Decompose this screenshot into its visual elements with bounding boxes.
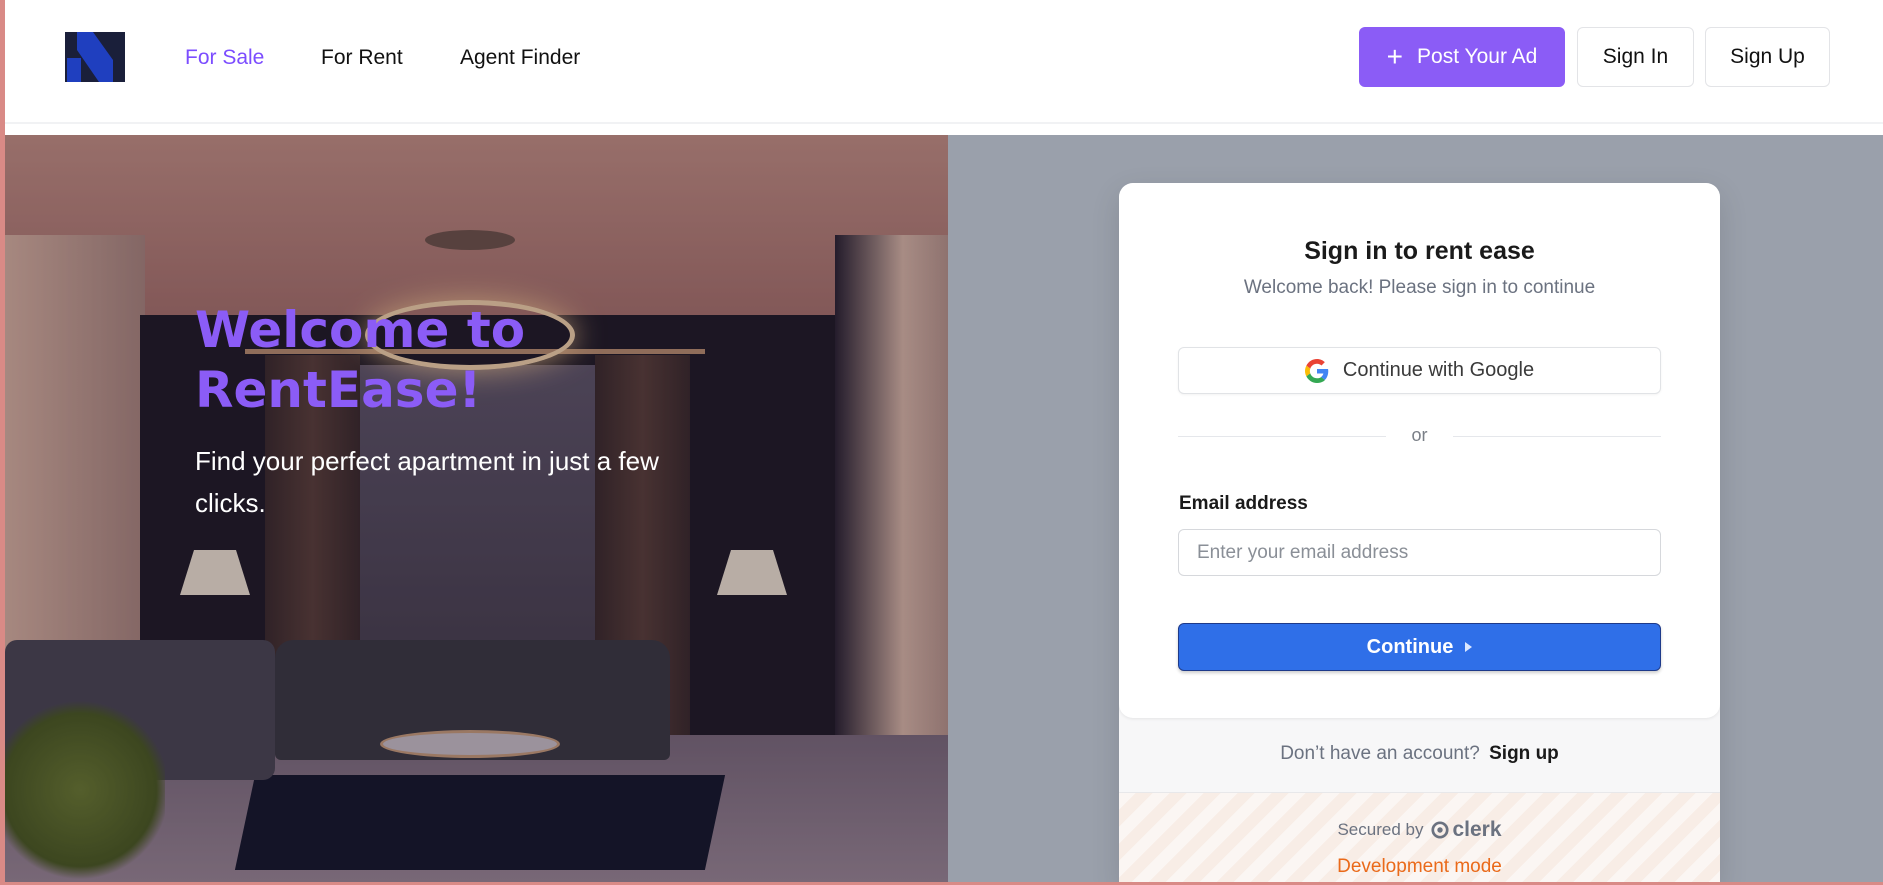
sign-up-button[interactable]: Sign Up [1705,27,1830,87]
or-text: or [1411,425,1428,445]
logo-icon[interactable] [65,32,125,82]
google-button-label: Continue with Google [1342,359,1535,381]
triangle-right-icon [1465,642,1473,652]
clerk-brand-text: clerk [1452,818,1502,841]
post-your-ad-label: Post Your Ad [1417,45,1538,68]
plus-icon: + [1386,41,1404,72]
signin-card: Sign in to rent ease Welcome back! Pleas… [1119,183,1720,885]
development-mode-text: Development mode [1337,856,1502,877]
nav-for-rent[interactable]: For Rent [321,46,403,70]
signin-card-body: Sign in to rent ease Welcome back! Pleas… [1119,183,1720,718]
sign-up-label: Sign Up [1730,45,1805,68]
continue-label: Continue [1366,635,1454,658]
nav-agent-finder[interactable]: Agent Finder [460,46,580,70]
email-label: Email address [1179,493,1308,514]
signin-title: Sign in to rent ease [1304,237,1535,265]
sign-in-button[interactable]: Sign In [1577,27,1694,87]
continue-with-google-button[interactable]: Continue with Google [1178,347,1661,394]
google-g-icon [1304,358,1329,383]
or-divider: or [1178,425,1661,449]
nav-for-sale[interactable]: For Sale [185,46,264,70]
window-frame-left [0,0,5,885]
post-your-ad-button[interactable]: + Post Your Ad [1359,27,1565,87]
sign-up-link[interactable]: Sign up [1489,743,1559,764]
signin-subtitle: Welcome back! Please sign in to continue [1243,277,1596,298]
no-account-text: Don’t have an account? [1280,743,1480,764]
sign-in-label: Sign In [1602,45,1669,68]
email-input[interactable] [1178,529,1661,576]
secured-by-text: Secured by [1337,820,1424,839]
secured-by-row: Secured by clerk [1119,818,1720,842]
clerk-logo[interactable]: clerk [1431,818,1502,842]
no-account-row: Don’t have an account? Sign up [1119,743,1720,765]
clerk-logo-icon [1431,821,1450,839]
continue-button[interactable]: Continue [1178,623,1661,671]
hero-subtitle: Find your perfect apartment in just a fe… [195,446,659,518]
hero-title: Welcome to RentEase! [195,301,526,419]
top-navigation-bar: For Sale For Rent Agent Finder + Post Yo… [5,0,1883,124]
